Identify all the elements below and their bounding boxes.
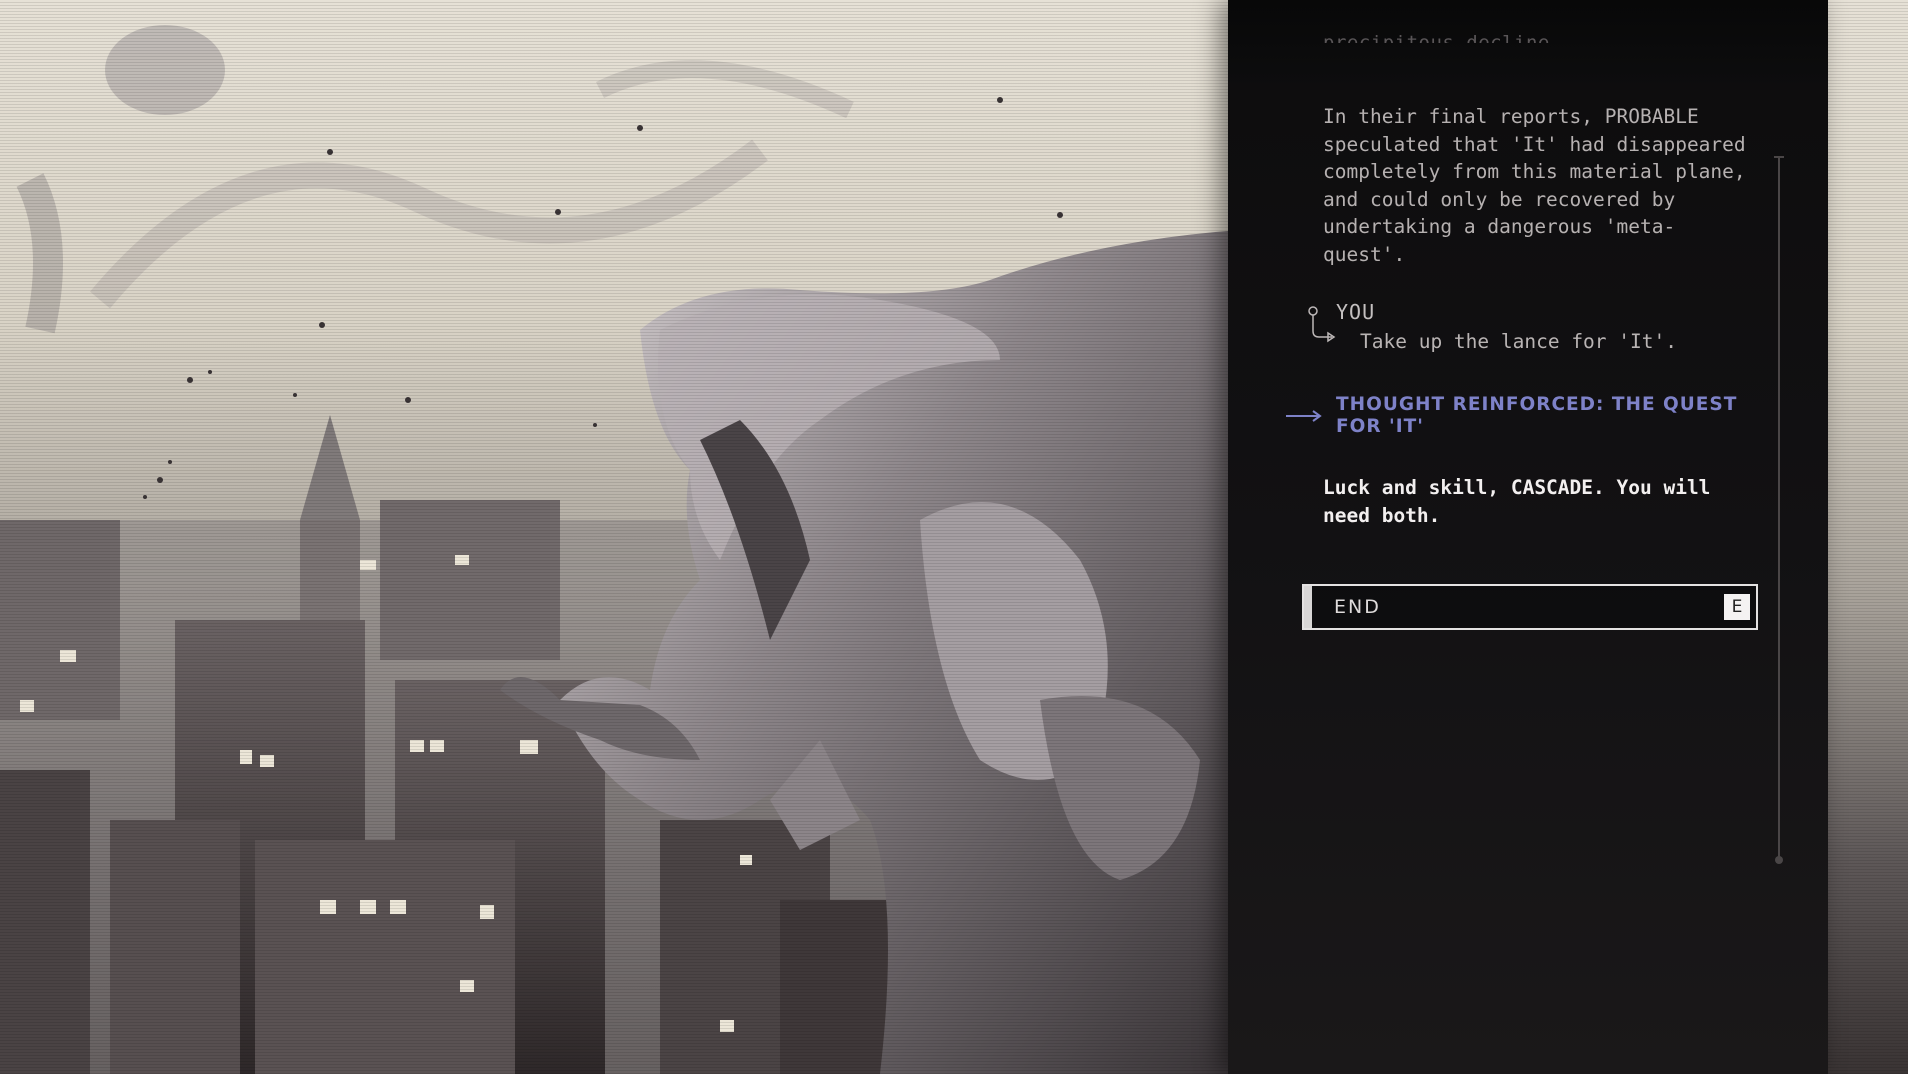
thought-reinforced-notice: THOUGHT REINFORCED: THE QUEST FOR 'IT' bbox=[1336, 394, 1738, 437]
faded-previous-text: precipitous decline. bbox=[1323, 32, 1562, 54]
end-button-label: END bbox=[1334, 596, 1381, 618]
end-dialog-button[interactable]: END E bbox=[1302, 584, 1758, 630]
chosen-option-text: Take up the lance for 'It'. bbox=[1360, 330, 1677, 353]
panel-fade-header: precipitous decline. bbox=[1228, 0, 1828, 86]
scroll-timeline-end-dot bbox=[1775, 856, 1783, 864]
scroll-timeline[interactable] bbox=[1778, 158, 1780, 860]
dialog-panel: precipitous decline. In their final repo… bbox=[1228, 0, 1828, 1074]
button-accent-bar bbox=[1304, 586, 1312, 628]
long-arrow-right-icon bbox=[1286, 410, 1322, 422]
keybind-hint-e: E bbox=[1724, 594, 1750, 620]
branch-arrow-icon bbox=[1308, 306, 1336, 343]
speaker-you-label: YOU bbox=[1336, 300, 1376, 324]
scroll-timeline-cap bbox=[1774, 156, 1784, 158]
npc-reply-text: Luck and skill, CASCADE. You will need b… bbox=[1323, 476, 1711, 527]
narrative-text: In their final reports, PROBABLE specula… bbox=[1323, 105, 1746, 266]
